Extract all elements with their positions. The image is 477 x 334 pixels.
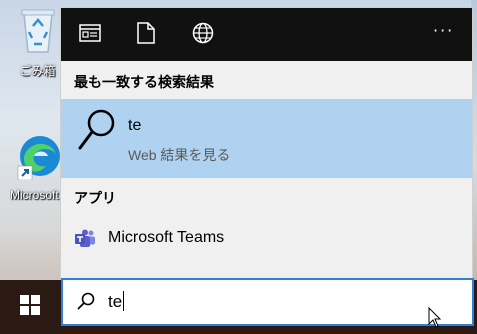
web-icon[interactable] [190,20,216,46]
app-result-name: Microsoft Teams [108,229,225,246]
search-panel-header: ··· [61,8,472,61]
search-input[interactable]: te [108,291,125,312]
search-panel: ··· 最も一致する検索結果 te Web 結果を見る アプリ Microsof… [61,8,472,278]
teams-icon [74,229,96,253]
edge-icon [16,132,60,184]
desktop-icon-label: Microsoft Edge [10,188,65,202]
search-box[interactable]: te [61,278,474,326]
windows-logo-icon [20,295,40,319]
best-match-subtitle: Web 結果を見る [128,147,231,163]
search-icon [77,107,117,155]
text-caret [123,291,125,311]
apps-heading: アプリ [74,190,116,206]
search-input-value: te [108,292,123,311]
mouse-pointer-icon [428,306,442,333]
best-match-title: te [128,117,142,134]
more-options-icon[interactable]: ··· [433,21,454,40]
recycle-bin-icon [18,4,58,58]
desktop-icon-edge[interactable]: Microsoft Edge [10,132,65,202]
documents-icon[interactable] [133,20,159,46]
app-result-teams[interactable]: Microsoft Teams [61,221,472,259]
start-button[interactable] [0,280,60,334]
best-match-heading: 最も一致する検索結果 [74,74,214,90]
apps-icon[interactable] [77,20,103,46]
best-match-item[interactable]: te Web 結果を見る [61,99,472,178]
desktop-icon-label: ごみ箱 [19,64,56,78]
desktop-icon-recycle-bin[interactable]: ごみ箱 [10,4,65,79]
search-icon [77,292,95,314]
